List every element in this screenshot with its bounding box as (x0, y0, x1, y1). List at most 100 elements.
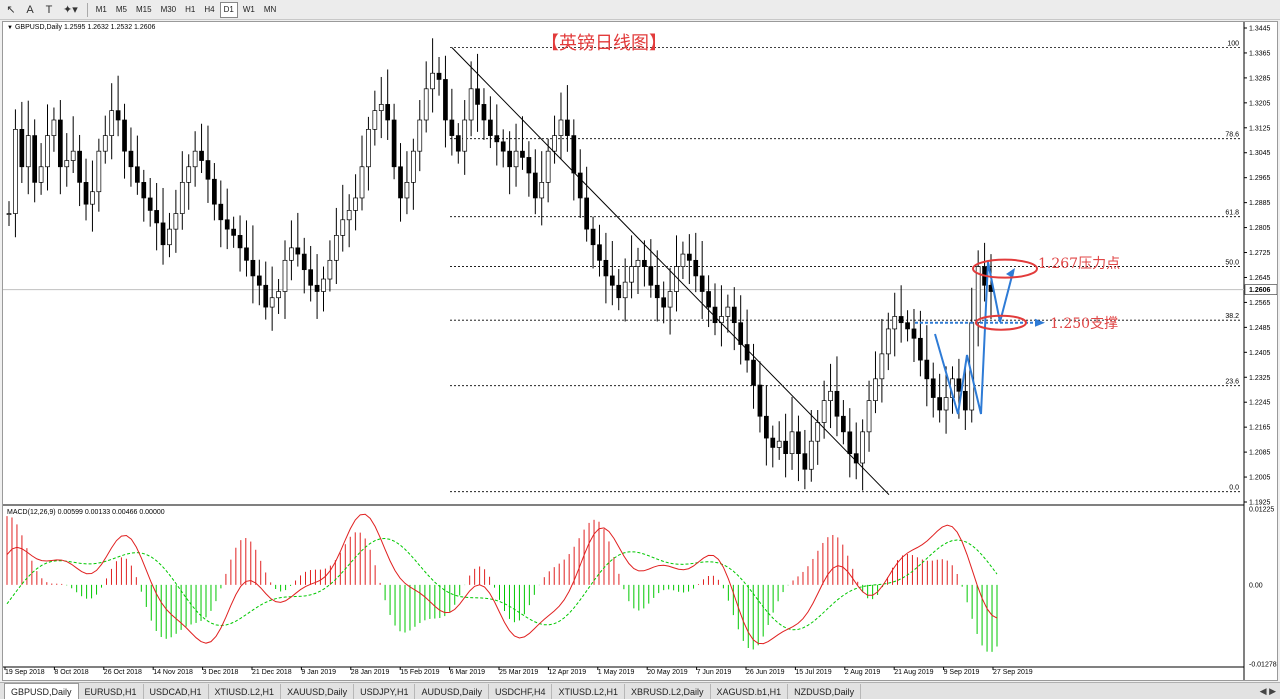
candle-body (828, 390, 833, 402)
candle-body (725, 306, 731, 317)
candle-body (449, 119, 455, 136)
candle-body (751, 359, 756, 386)
shapes-menu-icon[interactable]: ✦▾ (59, 2, 82, 18)
candle-body (199, 150, 204, 161)
timeframe-m15[interactable]: M15 (132, 2, 156, 18)
candle-body (276, 291, 281, 299)
candle-body (160, 222, 166, 246)
candle-body (141, 182, 147, 199)
chart-canvas[interactable]: 1.3445 1.3365 1.3285 1.3205 1.3125 1.3045 1.29… (3, 22, 1277, 680)
tab-xbrusd-daily[interactable]: XBRUSD.L2,Daily (625, 684, 711, 699)
candle-body (796, 431, 801, 455)
candle-body (609, 275, 615, 286)
timeframe-m30[interactable]: M30 (157, 2, 181, 18)
timeframe-d1[interactable]: D1 (219, 1, 238, 18)
price-tick-label: 1.3285 (1249, 75, 1271, 82)
candle-body (808, 440, 814, 470)
timeframe-m5[interactable]: M5 (112, 2, 131, 18)
candle-body (231, 228, 236, 236)
candle-body (667, 291, 673, 308)
candle-body (731, 306, 737, 324)
candle-body (494, 135, 500, 143)
tab-usdjpy-h1[interactable]: USDJPY,H1 (354, 684, 416, 699)
support-annotation: 1.250支撑 (1050, 316, 1119, 332)
tab-xtiusd-h1[interactable]: XTIUSD.L2,H1 (209, 684, 282, 699)
tab-eurusd-h1[interactable]: EURUSD,H1 (79, 684, 144, 699)
candle-body (500, 141, 506, 152)
price-tick-label: 1.2325 (1249, 375, 1271, 382)
tab-xtiusd-h1-2[interactable]: XTIUSD.L2,H1 (552, 684, 626, 699)
date-tick-label: 15 Jul 2019 (795, 669, 831, 676)
candle-body (475, 88, 480, 105)
chart-title: 【英镑日线图】 (541, 33, 667, 54)
candle-body (539, 182, 545, 199)
date-tick-label: 15 Feb 2019 (400, 669, 439, 676)
candle-body (488, 119, 493, 136)
date-tick-label: 9 Jan 2019 (301, 669, 336, 676)
timeframe-mn[interactable]: MN (260, 2, 280, 18)
candle-body (956, 378, 962, 392)
candle-body (186, 166, 192, 183)
candle-body (789, 431, 795, 455)
candle-body (635, 259, 641, 267)
candle-body (173, 213, 179, 230)
cursor-tool-icon[interactable]: ↖ (2, 2, 20, 18)
candle-body (661, 297, 667, 308)
candle-body (654, 284, 660, 299)
candle-body (616, 284, 622, 299)
tab-gbpusd-daily[interactable]: GBPUSD,Daily (4, 683, 79, 699)
text-label-tool-icon[interactable]: T (40, 2, 58, 18)
price-tick-label: 1.2245 (1249, 400, 1271, 407)
text-tool-icon[interactable]: A (21, 2, 39, 18)
date-tick-label: 6 Mar 2019 (450, 669, 486, 676)
candle-body (962, 390, 968, 411)
candle-body (135, 166, 140, 183)
date-tick-label: 2 Aug 2019 (845, 669, 881, 676)
price-tick-label: 1.2165 (1249, 425, 1271, 432)
candle-body (295, 247, 301, 255)
candle-body (13, 128, 18, 214)
candle-body (353, 197, 358, 211)
timeframe-m1[interactable]: M1 (92, 2, 111, 18)
timeframe-h4[interactable]: H4 (200, 2, 218, 18)
candle-body (366, 128, 371, 168)
fib-level-label: 78.6 (1225, 132, 1239, 139)
tab-usdchf-h4[interactable]: USDCHF,H4 (489, 684, 553, 699)
candle-body (70, 150, 76, 161)
candle-body (263, 284, 269, 308)
candle-body (924, 359, 930, 380)
collapse-triangle-icon: ▼ (7, 25, 13, 31)
macd-tick-label: -0.01278 (1249, 662, 1277, 669)
toolbar-separator (86, 2, 88, 17)
tab-audusd-daily[interactable]: AUDUSD,Daily (415, 684, 489, 699)
candle-body (513, 150, 519, 168)
candle-body (943, 397, 949, 411)
candle-body (699, 275, 705, 292)
candle-body (327, 259, 333, 280)
date-tick-label: 9 Sep 2019 (944, 669, 980, 676)
candle-body (892, 316, 898, 330)
candle-body (686, 253, 692, 261)
tab-nzdusd-daily[interactable]: NZDUSD,Daily (788, 684, 862, 699)
timeframe-w1[interactable]: W1 (239, 2, 259, 18)
chart-window[interactable]: 1.3445 1.3365 1.3285 1.3205 1.3125 1.3045 1.29… (2, 21, 1278, 681)
candle-body (866, 400, 872, 433)
candle-body (860, 431, 865, 464)
candle-body (147, 197, 153, 211)
candle-body (96, 150, 102, 193)
candle-body (250, 259, 256, 277)
candle-body (898, 316, 904, 324)
timeframe-h1[interactable]: H1 (181, 2, 199, 18)
candle-body (385, 104, 391, 121)
candle-body (558, 119, 564, 136)
candle-body (532, 172, 538, 199)
tab-usdcad-h1[interactable]: USDCAD,H1 (144, 684, 209, 699)
candle-body (192, 150, 198, 168)
candle-body (109, 110, 115, 136)
tab-scroll-icon[interactable]: ◀ ▶ (1260, 686, 1276, 697)
candle-body (834, 390, 840, 417)
candle-body (417, 119, 423, 152)
tab-xauusd-daily[interactable]: XAUUSD,Daily (281, 684, 355, 699)
tab-xagusd-h1[interactable]: XAGUSD.b1,H1 (711, 684, 789, 699)
candle-body (873, 378, 878, 402)
